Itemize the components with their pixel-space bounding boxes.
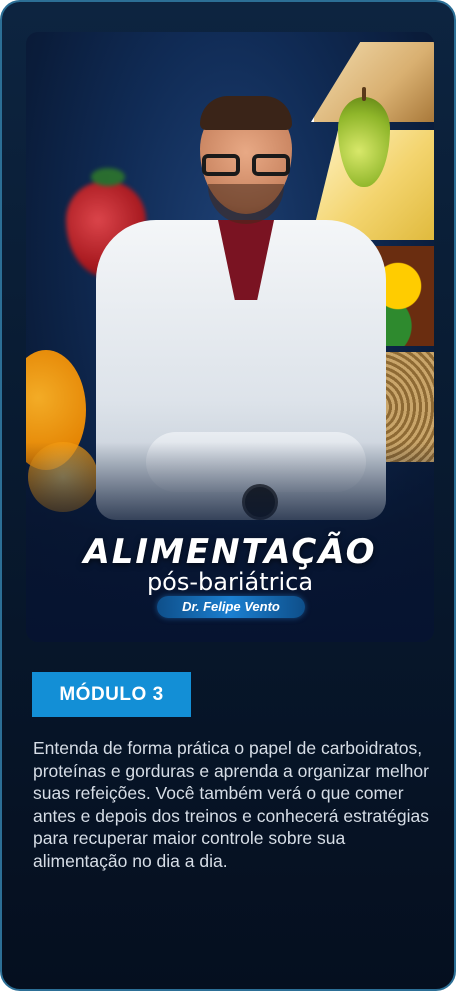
author-badge: Dr. Felipe Vento <box>157 596 305 618</box>
cover-subtitle: pós-bariátrica <box>146 568 314 596</box>
cover-title: ALIMENTAÇÃO <box>83 532 377 572</box>
doctor-hair <box>200 96 292 130</box>
module-cover-image[interactable]: ALIMENTAÇÃO pós-bariátrica Dr. Felipe Ve… <box>26 32 434 642</box>
module-description: Entenda de forma prática o papel de carb… <box>33 738 429 871</box>
doctor-beard <box>208 184 284 224</box>
glasses <box>198 154 294 178</box>
module-label-badge: MÓDULO 3 <box>32 672 191 717</box>
module-card[interactable]: ALIMENTAÇÃO pós-bariátrica Dr. Felipe Ve… <box>0 0 456 991</box>
